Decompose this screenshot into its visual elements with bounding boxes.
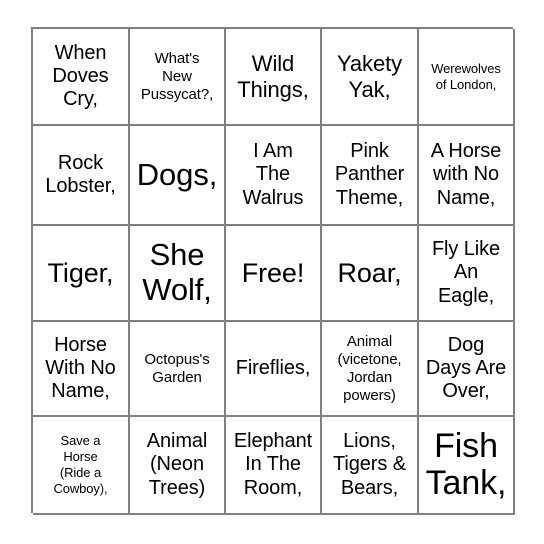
bingo-cell-label: Fly Like An Eagle, <box>431 238 501 307</box>
bingo-cell-label: What's New Pussycat?, <box>140 49 214 103</box>
bingo-cell-r1c3[interactable]: Wild Things, <box>226 29 322 126</box>
bingo-cell-label: Yakety Yak, <box>336 50 403 102</box>
bingo-card-grid: When Doves Cry, What's New Pussycat?, Wild… <box>31 27 515 515</box>
bingo-cell-r2c2[interactable]: Dogs, <box>130 126 226 226</box>
bingo-cell-label: Fish Tank, <box>425 426 507 502</box>
bingo-cell-r2c3[interactable]: I Am The Walrus <box>226 126 322 226</box>
bingo-cell-label: A Horse with No Name, <box>430 140 502 209</box>
bingo-cell-label: Roar, <box>337 257 402 288</box>
bingo-cell-label: Free! <box>241 257 305 288</box>
bingo-cell-label: Animal (vicetone, Jordan powers) <box>337 332 402 404</box>
bingo-cell-r2c1[interactable]: Rock Lobster, <box>33 126 130 226</box>
bingo-cell-r3c1[interactable]: Tiger, <box>33 226 130 322</box>
bingo-cell-r4c5[interactable]: Dog Days Are Over, <box>419 322 515 417</box>
bingo-cell-label: When Doves Cry, <box>52 41 109 111</box>
bingo-cell-r3c4[interactable]: Roar, <box>322 226 419 322</box>
bingo-cell-label: Horse With No Name, <box>45 333 116 403</box>
bingo-cell-r4c2[interactable]: Octopus's Garden <box>130 322 226 417</box>
bingo-cell-r5c1[interactable]: Save a Horse (Ride a Cowboy), <box>33 417 130 515</box>
bingo-cell-label: Fireflies, <box>235 356 311 379</box>
bingo-cell-label: Dogs, <box>136 156 218 192</box>
bingo-cell-r1c2[interactable]: What's New Pussycat?, <box>130 29 226 126</box>
bingo-cell-r1c1[interactable]: When Doves Cry, <box>33 29 130 126</box>
bingo-cell-label: Pink Panther Theme, <box>334 140 405 209</box>
bingo-cell-r4c4[interactable]: Animal (vicetone, Jordan powers) <box>322 322 419 417</box>
bingo-cell-label: Rock Lobster, <box>45 151 116 197</box>
bingo-cell-label: Dog Days Are Over, <box>425 333 507 403</box>
bingo-cell-r5c2[interactable]: Animal (Neon Trees) <box>130 417 226 515</box>
bingo-cell-r4c1[interactable]: Horse With No Name, <box>33 322 130 417</box>
bingo-cell-r3c3[interactable]: Free! <box>226 226 322 322</box>
bingo-cell-r2c4[interactable]: Pink Panther Theme, <box>322 126 419 226</box>
bingo-cell-r5c4[interactable]: Lions, Tigers & Bears, <box>322 417 419 515</box>
bingo-cell-r5c3[interactable]: Elephant In The Room, <box>226 417 322 515</box>
bingo-cell-label: Wild Things, <box>237 50 309 102</box>
bingo-cell-label: Elephant In The Room, <box>233 430 313 499</box>
bingo-cell-r3c2[interactable]: She Wolf, <box>130 226 226 322</box>
bingo-cell-label: Tiger, <box>47 257 114 288</box>
bingo-cell-label: I Am The Walrus <box>242 140 304 209</box>
bingo-cell-r1c4[interactable]: Yakety Yak, <box>322 29 419 126</box>
bingo-cell-r1c5[interactable]: Werewolves of London, <box>419 29 515 126</box>
bingo-cell-label: Lions, Tigers & Bears, <box>333 430 406 499</box>
bingo-cell-label: Octopus's Garden <box>144 350 210 386</box>
bingo-cell-label: Save a Horse (Ride a Cowboy), <box>53 433 108 496</box>
bingo-cell-r5c5[interactable]: Fish Tank, <box>419 417 515 515</box>
bingo-cell-label: She Wolf, <box>142 237 212 307</box>
bingo-cell-r2c5[interactable]: A Horse with No Name, <box>419 126 515 226</box>
bingo-cell-r4c3[interactable]: Fireflies, <box>226 322 322 417</box>
bingo-cell-r3c5[interactable]: Fly Like An Eagle, <box>419 226 515 322</box>
bingo-cell-label: Animal (Neon Trees) <box>146 430 208 499</box>
bingo-cell-label: Werewolves of London, <box>431 60 501 92</box>
